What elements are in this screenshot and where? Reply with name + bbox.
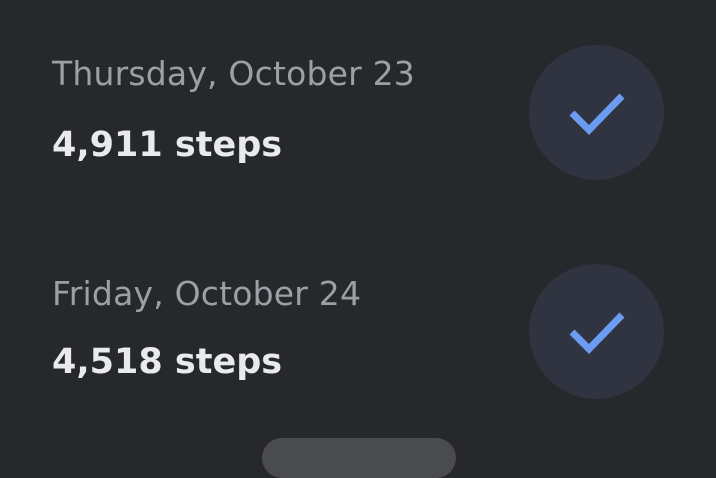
list-item: Friday, October 24 4,518 steps <box>0 218 716 399</box>
goal-complete-button[interactable] <box>529 264 664 399</box>
list-item: Thursday, October 23 4,911 steps <box>0 0 716 180</box>
bottom-pill-button[interactable] <box>262 438 456 478</box>
check-icon <box>567 309 627 355</box>
goal-complete-button[interactable] <box>529 45 664 180</box>
day-steps: 4,518 steps <box>52 342 283 382</box>
day-steps: 4,911 steps <box>52 125 283 165</box>
daily-steps-list: Thursday, October 23 4,911 steps Friday,… <box>0 0 716 448</box>
day-date: Thursday, October 23 <box>52 54 415 93</box>
check-icon <box>567 90 627 136</box>
day-date: Friday, October 24 <box>52 274 362 313</box>
